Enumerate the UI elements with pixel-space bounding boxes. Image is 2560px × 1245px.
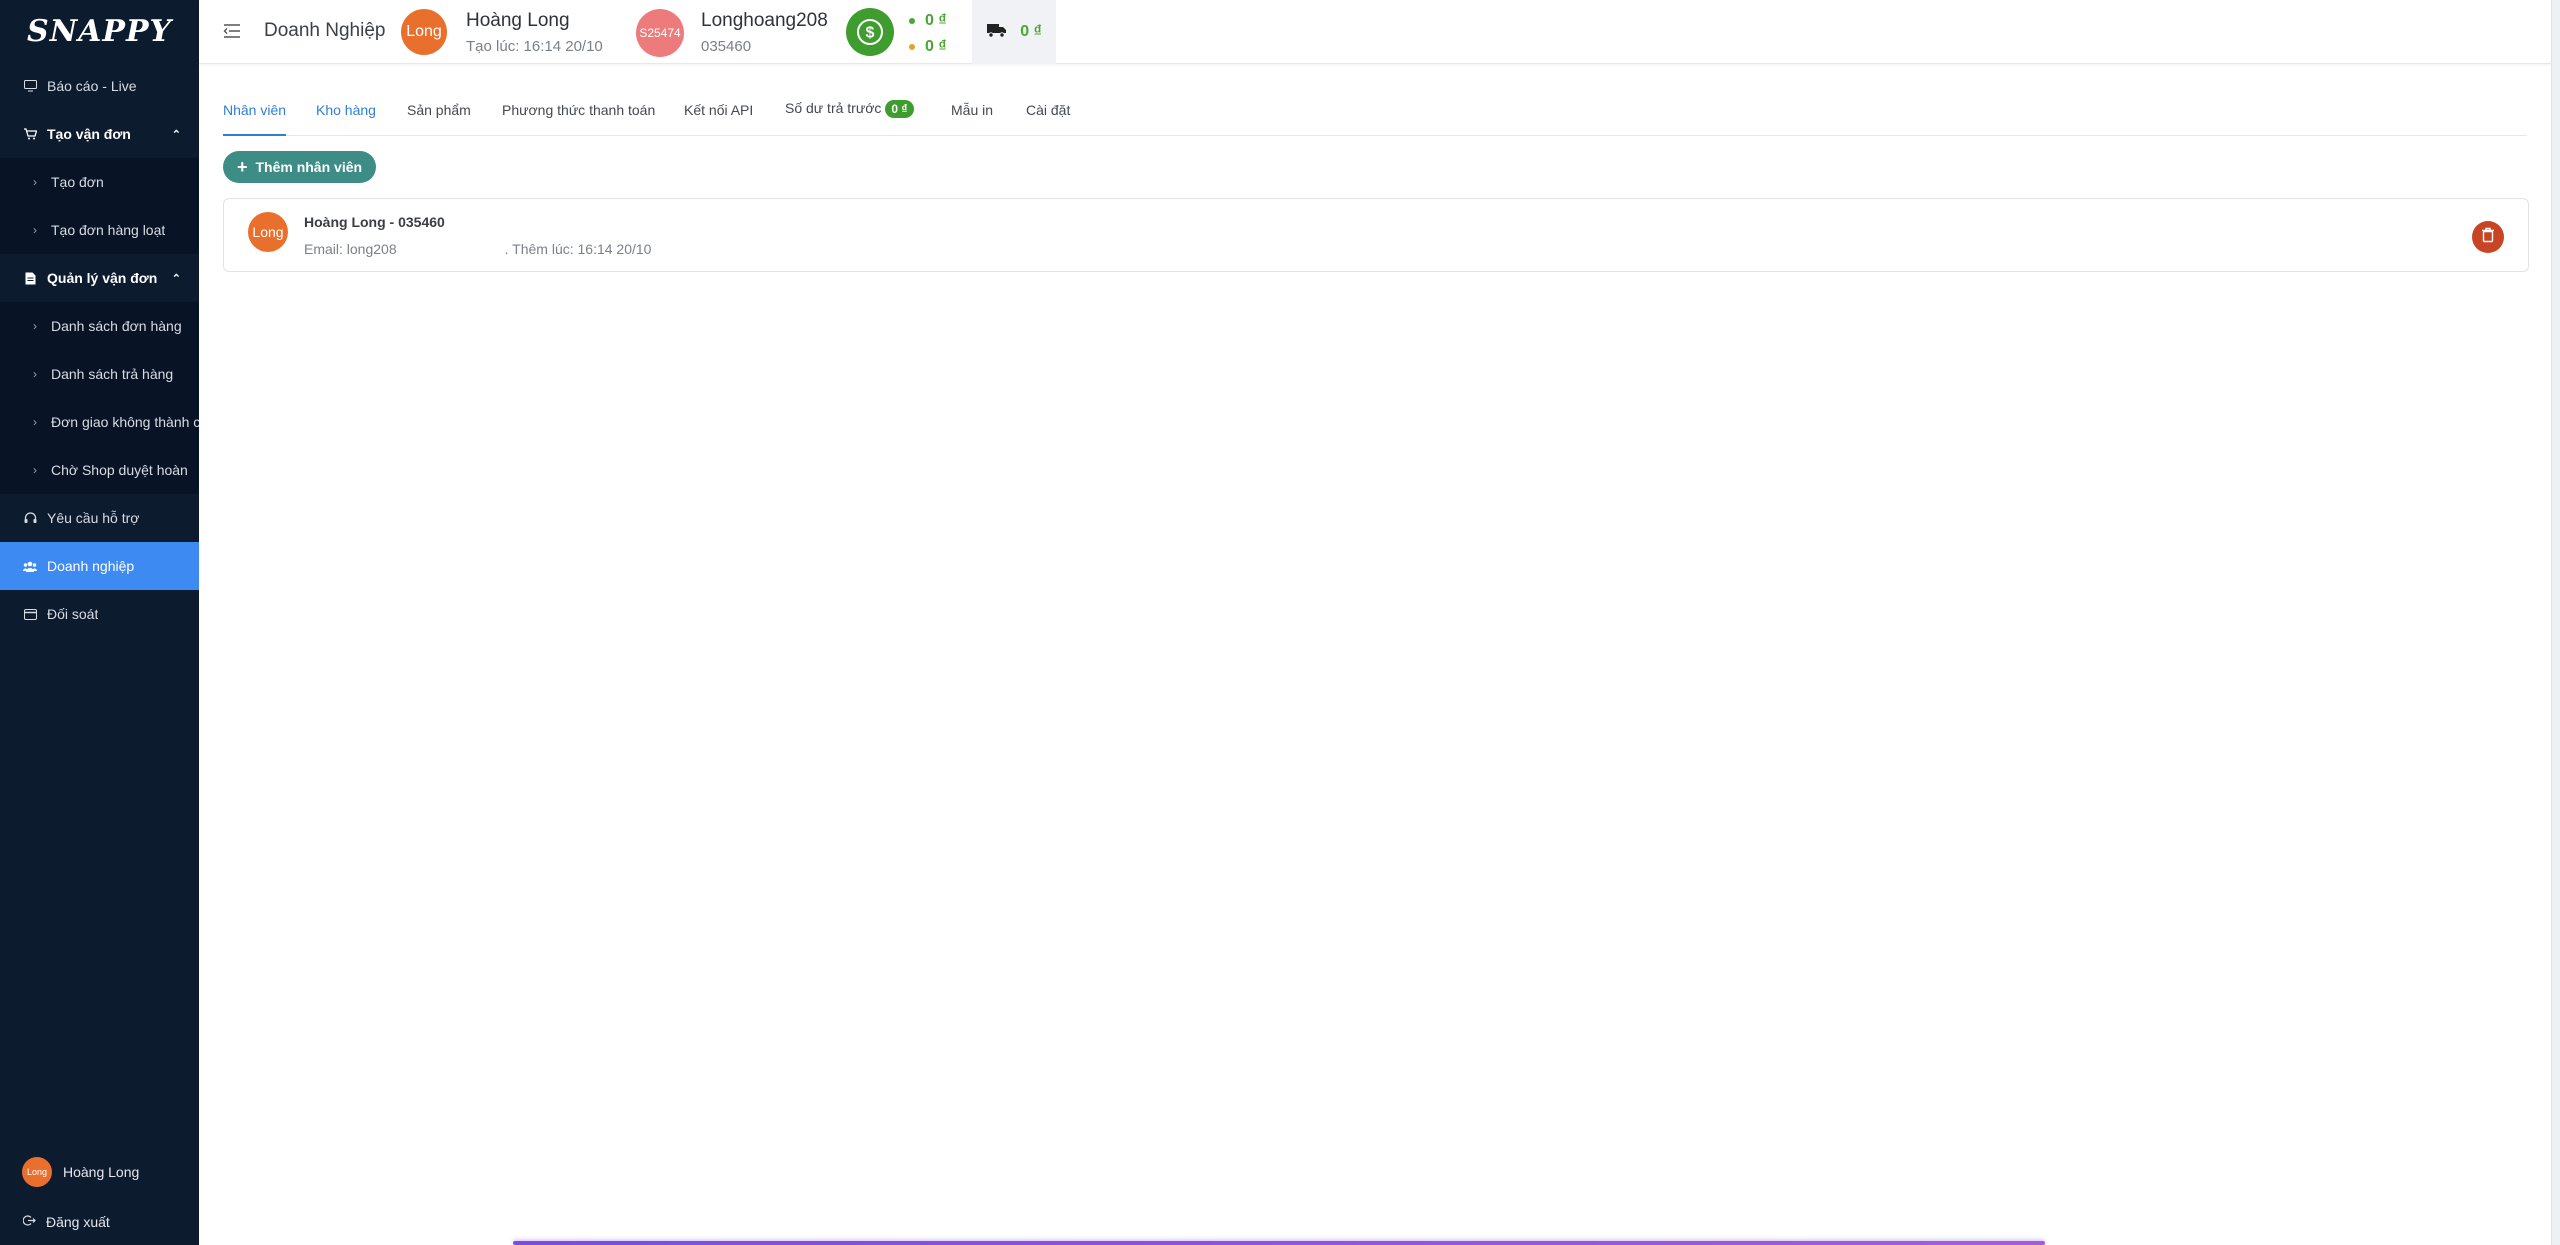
svg-text:$: $	[866, 25, 875, 42]
balance-line-2: 0 ₫	[909, 38, 947, 56]
shop-phone: 035460	[701, 38, 752, 55]
dollar-icon[interactable]: $	[846, 8, 894, 56]
sidebar-item-label: Doanh nghiệp	[47, 558, 135, 574]
sidebar-item-label: Đơn giao không thành công	[51, 414, 199, 430]
tab-print-templates[interactable]: Mẫu in	[951, 102, 993, 136]
chevron-right-icon: ›	[33, 223, 37, 237]
status-dot-orange	[909, 44, 915, 50]
headset-icon	[23, 511, 37, 525]
employee-added: . Thêm lúc: 16:14 20/10	[504, 241, 652, 257]
logout-button[interactable]: Đăng xuất	[0, 1207, 199, 1237]
trash-icon	[2481, 227, 2495, 248]
chevron-up-icon: ⌃	[171, 272, 181, 285]
avatar: Long	[248, 212, 288, 252]
chevron-right-icon: ›	[33, 319, 37, 333]
sidebar-item-awaiting-return-approval[interactable]: › Chờ Shop duyệt hoàn	[0, 446, 199, 494]
shop-avatar[interactable]: S25474	[636, 9, 684, 57]
chevron-right-icon: ›	[33, 415, 37, 429]
employee-meta: Email: long208 . Thêm lúc: 16:14 20/10	[304, 241, 651, 257]
employee-email: Email: long208	[304, 241, 397, 257]
sidebar-item-order-list[interactable]: › Danh sách đơn hàng	[0, 302, 199, 350]
sidebar-item-label: Báo cáo - Live	[47, 78, 137, 94]
tab-warehouse[interactable]: Kho hàng	[316, 102, 376, 136]
employee-name: Hoàng Long - 035460	[304, 214, 445, 230]
users-icon	[23, 559, 37, 573]
sidebar-item-support[interactable]: Yêu cầu hỗ trợ	[0, 494, 199, 542]
sidebar-item-label: Tạo đơn hàng loạt	[51, 222, 166, 238]
tab-label: Số dư trả trước	[785, 100, 882, 116]
page-title: Doanh Nghiệp	[264, 20, 386, 41]
sidebar-item-reconciliation[interactable]: Đối soát	[0, 590, 199, 638]
sidebar-item-label: Tạo đơn	[51, 174, 104, 190]
page-scrollbar[interactable]	[2551, 0, 2560, 1245]
sidebar-item-label: Tạo vận đơn	[47, 126, 131, 142]
avatar: Long	[22, 1157, 52, 1187]
cod-value: 0 ₫	[1020, 23, 1042, 40]
balance-value: 0 ₫	[925, 12, 947, 29]
header-user-name: Hoàng Long	[466, 10, 570, 31]
sidebar-user-name: Hoàng Long	[63, 1164, 140, 1180]
prepaid-badge: 0 ₫	[885, 100, 914, 118]
logout-icon	[22, 1214, 36, 1230]
sidebar-item-create-waybill[interactable]: Tạo vận đơn ⌃	[0, 110, 199, 158]
plus-icon: +	[236, 156, 248, 177]
sidebar-item-failed-delivery[interactable]: › Đơn giao không thành công	[0, 398, 199, 446]
brand-logo[interactable]: SNAPPY	[0, 0, 199, 62]
sidebar-item-label: Yêu cầu hỗ trợ	[47, 510, 140, 526]
brand-text: SNAPPY	[27, 13, 172, 49]
sidebar-item-label: Đối soát	[47, 606, 99, 622]
chevron-up-icon: ⌃	[171, 128, 181, 141]
monitor-icon	[23, 79, 37, 93]
chevron-right-icon: ›	[33, 463, 37, 477]
truck-icon	[986, 22, 1008, 43]
tab-employees[interactable]: Nhân viên	[223, 102, 287, 136]
cart-icon	[23, 127, 37, 141]
menu-toggle-icon[interactable]	[223, 22, 241, 40]
sidebar-item-bulk-create[interactable]: › Tạo đơn hàng loạt	[0, 206, 199, 254]
avatar[interactable]: Long	[401, 9, 447, 55]
sidebar-item-label: Quản lý vận đơn	[47, 270, 158, 286]
bottom-accent-bar	[513, 1241, 2045, 1245]
status-dot-green	[909, 18, 915, 24]
tab-prepaid-balance[interactable]: Số dư trả trước 0 ₫	[785, 100, 914, 134]
sidebar: SNAPPY Báo cáo - Live Tạo vận đơn ⌃ › Tạ…	[0, 0, 199, 1245]
sidebar-item-report-live[interactable]: Báo cáo - Live	[0, 62, 199, 110]
balance-value: 0 ₫	[925, 38, 947, 55]
sidebar-item-create-order[interactable]: › Tạo đơn	[0, 158, 199, 206]
logout-label: Đăng xuất	[46, 1214, 110, 1230]
add-employee-label: Thêm nhân viên	[255, 159, 363, 175]
document-icon	[23, 271, 37, 285]
sidebar-item-label: Danh sách trả hàng	[51, 366, 174, 382]
sidebar-item-return-list[interactable]: › Danh sách trả hàng	[0, 350, 199, 398]
add-employee-button[interactable]: + Thêm nhân viên	[223, 151, 376, 183]
shop-name: Longhoang208	[701, 10, 828, 31]
sidebar-user[interactable]: Long Hoàng Long	[0, 1156, 199, 1188]
top-header: Doanh Nghiệp Long Hoàng Long Tạo lúc: 16…	[199, 0, 2560, 64]
tab-settings[interactable]: Cài đặt	[1026, 102, 1070, 136]
tab-products[interactable]: Sản phẩm	[407, 102, 471, 136]
tab-payment-methods[interactable]: Phương thức thanh toán	[502, 102, 655, 136]
balance-line-1: 0 ₫	[909, 12, 947, 30]
cod-box[interactable]: 0 ₫	[972, 0, 1056, 64]
chevron-right-icon: ›	[33, 175, 37, 189]
tab-api-connection[interactable]: Kết nối API	[684, 102, 753, 136]
header-user-created: Tạo lúc: 16:14 20/10	[466, 38, 603, 55]
sidebar-item-label: Chờ Shop duyệt hoàn	[51, 462, 188, 478]
tab-bar: Nhân viên Kho hàng Sản phẩm Phương thức …	[223, 96, 2527, 136]
chevron-right-icon: ›	[33, 367, 37, 381]
sidebar-item-business[interactable]: Doanh nghiệp	[0, 542, 199, 590]
sidebar-item-manage-waybill[interactable]: Quản lý vận đơn ⌃	[0, 254, 199, 302]
employee-card: Long Hoàng Long - 035460 Email: long208.…	[223, 198, 2529, 272]
sidebar-item-label: Danh sách đơn hàng	[51, 318, 182, 334]
delete-employee-button[interactable]	[2472, 221, 2504, 253]
credit-card-icon	[23, 607, 37, 621]
